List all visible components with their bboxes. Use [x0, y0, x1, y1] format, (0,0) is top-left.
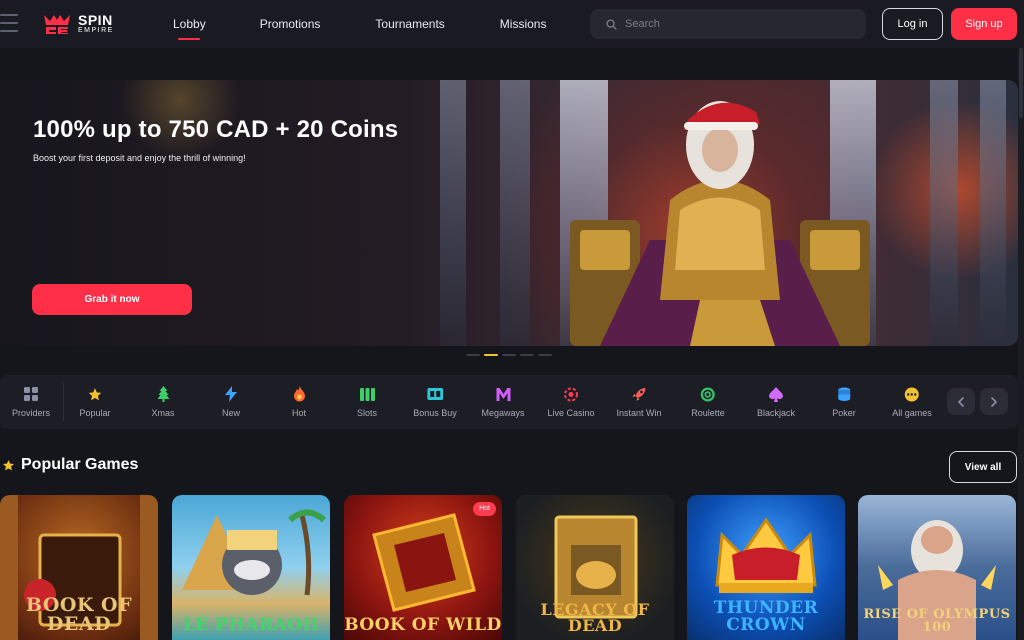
game-card-book-of-dead[interactable]: BOOK OF DEAD [0, 495, 158, 640]
search-box[interactable] [590, 9, 866, 39]
category-divider [63, 383, 64, 421]
chevron-right-icon [991, 396, 998, 407]
flame-icon [291, 386, 307, 402]
view-all-button[interactable]: View all [949, 451, 1017, 483]
hamburger-menu-icon[interactable] [0, 14, 20, 32]
grab-it-now-button[interactable]: Grab it now [32, 284, 192, 315]
spade-icon [768, 386, 784, 402]
megaways-icon [495, 386, 511, 402]
nav-tournaments[interactable]: Tournaments [375, 0, 444, 48]
rocket-icon [631, 386, 647, 402]
category-bar: Providers Popular Xmas New Hot Slots Bon… [0, 375, 1018, 429]
hero-pillar [500, 80, 530, 346]
page-scrollbar[interactable] [1018, 0, 1024, 640]
bonus-buy-icon [427, 386, 443, 402]
star-icon [87, 386, 103, 402]
hero-pillar [440, 80, 466, 346]
category-hot[interactable]: Hot [291, 375, 307, 429]
chevron-left-icon [957, 396, 964, 407]
game-card-le-pharaoh[interactable]: LE PHARAOH [172, 495, 330, 640]
carousel-dot[interactable] [538, 354, 552, 356]
game-title: BOOK OF DEAD [25, 594, 133, 635]
category-poker[interactable]: Poker [832, 375, 856, 429]
logo-icon [44, 15, 70, 34]
game-card-legacy-of-dead[interactable]: LEGACY OF DEAD [516, 495, 674, 640]
nav-missions[interactable]: Missions [500, 0, 547, 48]
category-roulette[interactable]: Roulette [691, 375, 725, 429]
hero-pillar [980, 80, 1006, 346]
more-icon [904, 386, 920, 402]
popular-games-heading: Popular Games [2, 456, 138, 474]
hero-banner[interactable]: 100% up to 750 CAD + 20 Coins Boost your… [0, 80, 1018, 346]
hero-queen-illustration [570, 101, 870, 346]
hot-badge: Hot [473, 502, 496, 516]
game-card-rise-of-olympus-100[interactable]: RISE OF OLYMPUS 100 [858, 495, 1016, 640]
hero-title: 100% up to 750 CAD + 20 Coins [33, 116, 399, 143]
nav-promotions[interactable]: Promotions [260, 0, 321, 48]
logo-text-spin: SPIN [78, 11, 113, 28]
hero-subtitle: Boost your first deposit and enjoy the t… [33, 153, 246, 163]
game-title: BOOK OF WILD [344, 615, 502, 635]
game-title: RISE OF OLYMPUS 100 [863, 607, 1011, 635]
lightning-icon [223, 386, 239, 402]
category-slots[interactable]: Slots [357, 375, 377, 429]
category-popular[interactable]: Popular [79, 375, 111, 429]
game-title: LEGACY OF DEAD [540, 600, 650, 635]
roulette-icon [700, 386, 716, 402]
category-instant-win[interactable]: Instant Win [616, 375, 662, 429]
slots-icon [359, 386, 375, 402]
scrollbar-thumb[interactable] [1019, 48, 1023, 118]
game-title: LE PHARAOH [182, 615, 320, 635]
login-button[interactable]: Log in [882, 8, 943, 40]
category-xmas[interactable]: Xmas [151, 375, 175, 429]
category-prev-button[interactable] [947, 388, 975, 415]
hero-pillar [930, 80, 958, 346]
carousel-dot[interactable] [520, 354, 534, 356]
logo[interactable]: SPIN EMPIRE [42, 11, 114, 35]
xmas-tree-icon [155, 386, 171, 402]
signup-button[interactable]: Sign up [951, 8, 1017, 40]
carousel-dots [466, 354, 552, 356]
carousel-dot-active[interactable] [484, 354, 498, 356]
carousel-dot[interactable] [466, 354, 480, 356]
game-card-book-of-wild[interactable]: Hot BOOK OF WILD [344, 495, 502, 640]
category-blackjack[interactable]: Blackjack [757, 375, 795, 429]
category-megaways[interactable]: Megaways [481, 375, 525, 429]
grid-icon [23, 386, 39, 402]
logo-text-empire: EMPIRE [78, 26, 114, 34]
top-bar: SPIN EMPIRE Lobby Promotions Tournaments… [0, 0, 1024, 48]
live-casino-icon [563, 386, 579, 402]
category-next-button[interactable] [980, 388, 1008, 415]
category-new[interactable]: New [222, 375, 240, 429]
category-live-casino[interactable]: Live Casino [547, 375, 595, 429]
game-card-thunder-crown[interactable]: THUNDER CROWN [687, 495, 845, 640]
main-nav: Lobby Promotions Tournaments Missions [150, 0, 546, 48]
search-icon [606, 18, 617, 30]
search-input[interactable] [625, 18, 845, 30]
chips-icon [836, 386, 852, 402]
section-title: Popular Games [21, 456, 139, 473]
carousel-dot[interactable] [502, 354, 516, 356]
star-icon [3, 459, 14, 470]
nav-lobby[interactable]: Lobby [173, 0, 206, 48]
category-all-games[interactable]: All games [892, 375, 932, 429]
category-bonus-buy[interactable]: Bonus Buy [413, 375, 457, 429]
game-title: THUNDER CROWN [713, 598, 819, 635]
category-providers[interactable]: Providers [12, 375, 50, 429]
